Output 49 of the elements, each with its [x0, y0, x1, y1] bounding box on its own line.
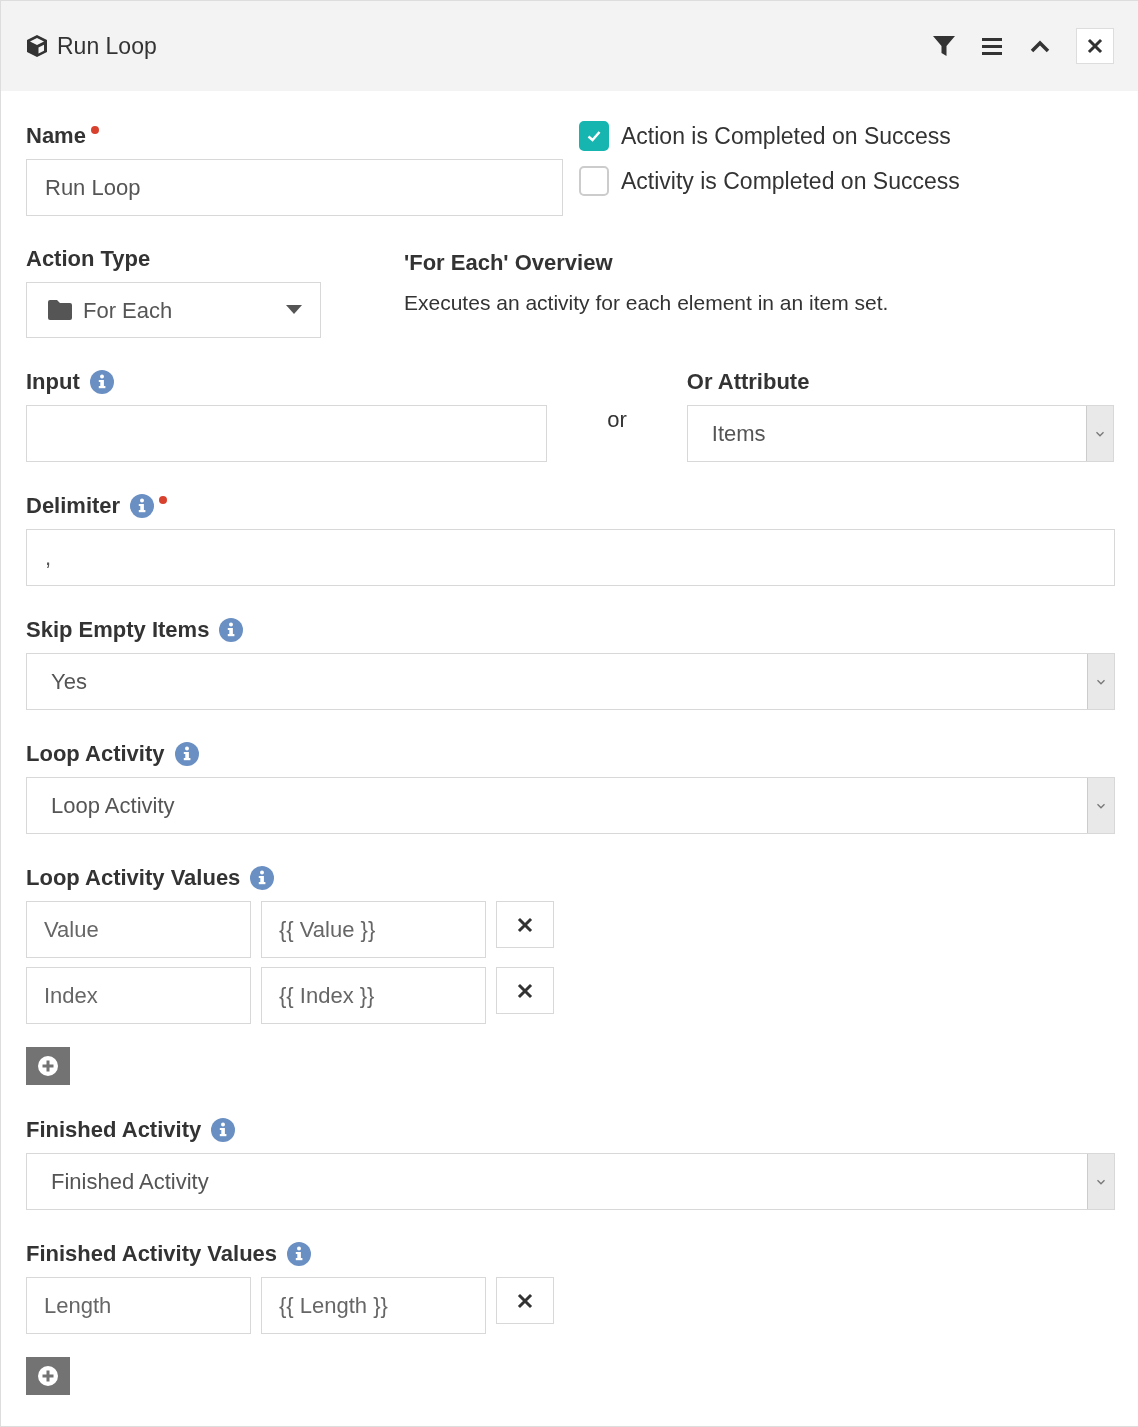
- overview-title: 'For Each' Overview: [404, 249, 614, 277]
- folder-icon: [47, 299, 73, 321]
- add-button[interactable]: [26, 1357, 70, 1395]
- or-text: or: [607, 407, 627, 432]
- close-icon: [1087, 38, 1103, 54]
- input-field[interactable]: Value: [26, 901, 251, 958]
- overview-text: Executes an activity for each element in an item set.: [404, 290, 889, 316]
- remove-button[interactable]: [496, 901, 554, 948]
- check-icon: [586, 128, 602, 145]
- remove-button[interactable]: [496, 1277, 554, 1324]
- checkbox[interactable]: [579, 121, 609, 152]
- add-button[interactable]: [26, 1047, 70, 1085]
- field-label: Or Attribute: [686, 369, 810, 395]
- select-field[interactable]: Items: [686, 405, 1114, 462]
- field-label: Action Type: [26, 246, 151, 272]
- field-label: Loop Activity Values: [26, 865, 241, 891]
- input-field[interactable]: {{ Value }}: [261, 901, 486, 958]
- select-field[interactable]: Finished Activity: [26, 1153, 1115, 1210]
- input-field[interactable]: [26, 405, 548, 462]
- input-field[interactable]: {{ Length }}: [261, 1277, 486, 1334]
- action-type-select[interactable]: For Each: [26, 282, 321, 338]
- filter-icon[interactable]: [932, 34, 956, 58]
- checkbox-label: Action is Completed on Success: [621, 122, 951, 151]
- plus-circle-icon: [38, 1366, 58, 1386]
- input-field[interactable]: {{ Index }}: [261, 967, 486, 1024]
- input-field[interactable]: Length: [26, 1277, 251, 1334]
- caret-down-icon: [286, 305, 302, 315]
- panel-title: Run Loop: [57, 31, 157, 61]
- remove-button[interactable]: [496, 967, 554, 1014]
- field-label: Skip Empty Items: [26, 617, 210, 643]
- close-button[interactable]: [1076, 28, 1114, 64]
- field-label: Name: [26, 123, 86, 149]
- checkbox[interactable]: [579, 165, 609, 196]
- close-icon: [517, 1292, 533, 1309]
- select-field[interactable]: Yes: [26, 653, 1115, 710]
- field-label: Finished Activity: [26, 1117, 202, 1143]
- close-icon: [517, 982, 533, 999]
- field-label: Loop Activity: [26, 741, 165, 767]
- input-field[interactable]: Run Loop: [26, 159, 563, 216]
- select-field[interactable]: Loop Activity: [26, 777, 1115, 834]
- field-label: Input: [26, 369, 80, 395]
- close-icon: [517, 916, 533, 933]
- checkbox-label: Activity is Completed on Success: [621, 166, 960, 196]
- field-label: Finished Activity Values: [26, 1241, 278, 1267]
- cube-icon: [25, 34, 49, 58]
- input-field[interactable]: ,: [26, 529, 1115, 586]
- input-field[interactable]: Index: [26, 967, 251, 1024]
- plus-circle-icon: [38, 1056, 58, 1076]
- field-label: Delimiter: [26, 493, 121, 519]
